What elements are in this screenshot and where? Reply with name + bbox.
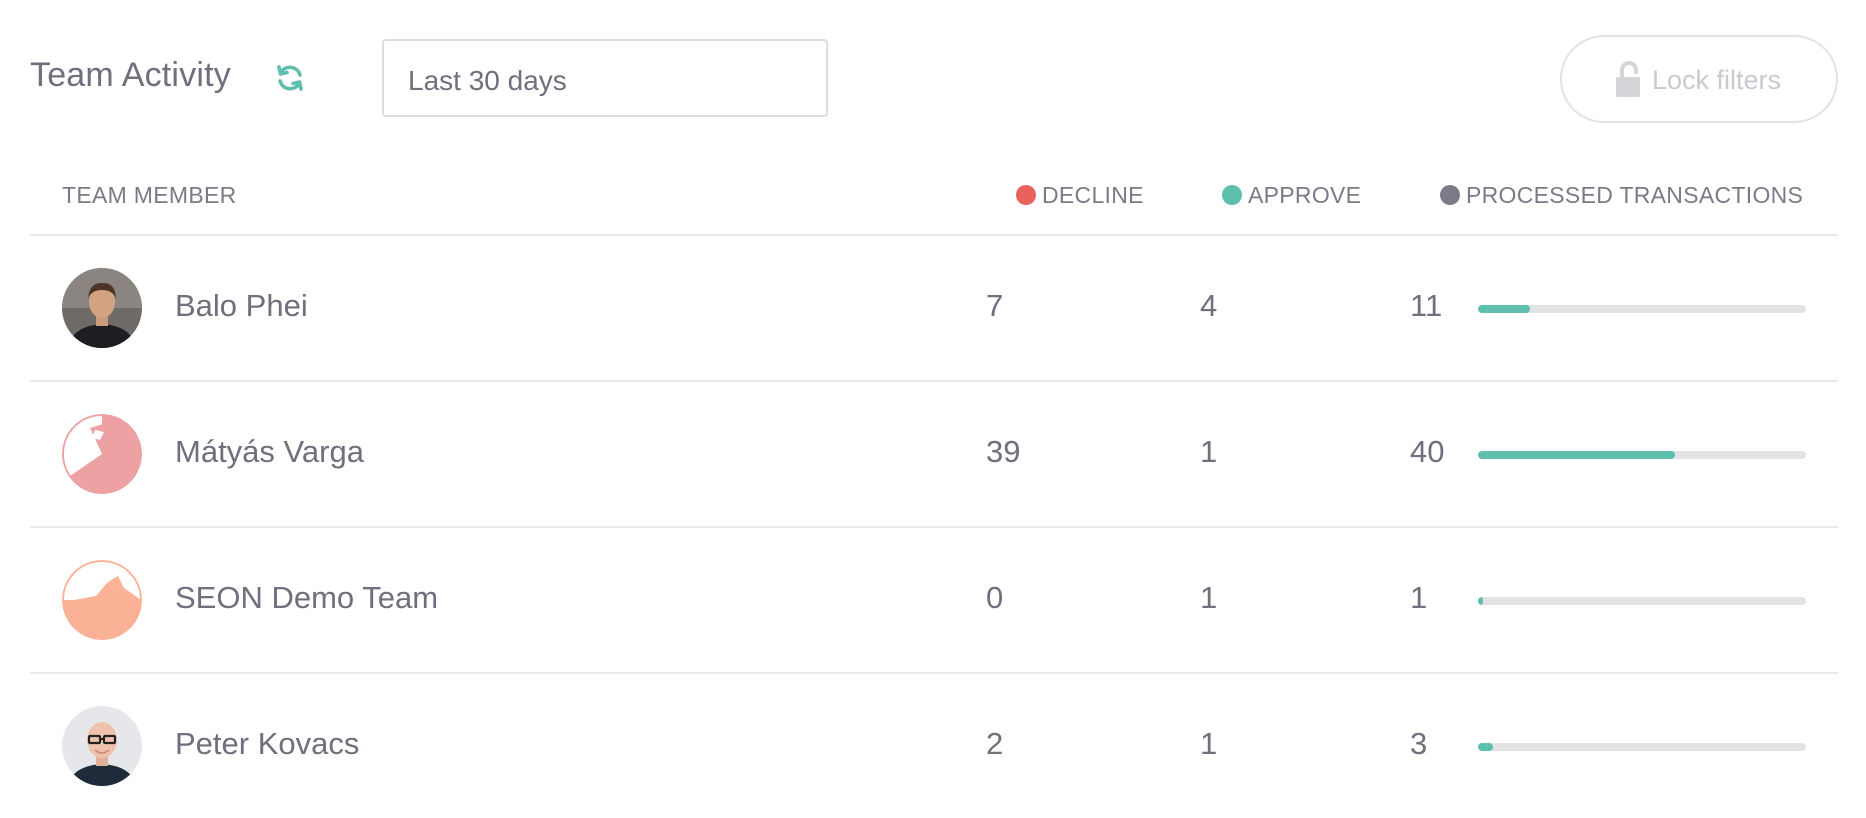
member-name[interactable]: Peter Kovacs xyxy=(175,726,359,762)
table-row[interactable]: SEON Demo Team 0 1 1 xyxy=(30,528,1838,674)
unlock-icon xyxy=(1614,59,1644,99)
processed-bar xyxy=(1478,305,1806,313)
processed-bar-fill xyxy=(1478,451,1675,459)
decline-count: 7 xyxy=(986,288,1004,323)
lock-filters-button[interactable]: Lock filters xyxy=(1560,35,1838,123)
member-name[interactable]: Mátyás Varga xyxy=(175,434,364,470)
column-decline-label: DECLINE xyxy=(1042,182,1144,208)
page-title: Team Activity xyxy=(30,56,231,94)
decline-count: 39 xyxy=(986,434,1021,469)
column-approve-label: APPROVE xyxy=(1248,182,1362,208)
column-processed: PROCESSED TRANSACTIONS xyxy=(1440,182,1803,209)
processed-bar xyxy=(1478,451,1806,459)
table-row[interactable]: Balo Phei 7 4 11 xyxy=(30,236,1838,382)
decline-count: 0 xyxy=(986,580,1004,615)
processed-count: 40 xyxy=(1410,434,1445,469)
date-range-select[interactable]: Last 30 days xyxy=(382,39,828,117)
decline-count: 2 xyxy=(986,726,1004,761)
column-decline: DECLINE xyxy=(1016,182,1144,209)
processed-bar xyxy=(1478,597,1806,605)
avatar xyxy=(62,560,142,640)
avatar xyxy=(62,268,142,348)
processed-bar-fill xyxy=(1478,597,1483,605)
approve-count: 1 xyxy=(1200,434,1218,469)
column-processed-label: PROCESSED TRANSACTIONS xyxy=(1466,182,1804,208)
processed-count: 11 xyxy=(1410,288,1443,323)
table-row[interactable]: Peter Kovacs 2 1 3 xyxy=(30,674,1838,818)
avatar xyxy=(62,414,142,494)
refresh-icon[interactable] xyxy=(274,62,306,94)
processed-count: 1 xyxy=(1410,580,1428,615)
processed-bar xyxy=(1478,743,1806,751)
approve-count: 1 xyxy=(1200,726,1218,761)
column-team-member: TEAM MEMBER xyxy=(62,182,237,208)
decline-dot-icon xyxy=(1016,185,1036,205)
processed-bar-fill xyxy=(1478,305,1531,313)
processed-dot-icon xyxy=(1440,185,1460,205)
approve-dot-icon xyxy=(1222,185,1242,205)
lock-filters-label: Lock filters xyxy=(1652,65,1782,95)
date-range-value: Last 30 days xyxy=(408,65,567,96)
approve-count: 4 xyxy=(1200,288,1218,323)
team-activity-widget: Team Activity Last 30 days Lock filters xyxy=(0,0,1866,808)
approve-count: 1 xyxy=(1200,580,1218,615)
member-name[interactable]: Balo Phei xyxy=(175,288,308,324)
widget-header: Team Activity Last 30 days Lock filters xyxy=(0,0,1866,150)
table-header: TEAM MEMBER DECLINE APPROVE PROCESSED TR… xyxy=(30,150,1838,236)
avatar xyxy=(62,706,142,786)
member-name[interactable]: SEON Demo Team xyxy=(175,580,438,616)
column-approve: APPROVE xyxy=(1222,182,1361,209)
table-row[interactable]: Mátyás Varga 39 1 40 xyxy=(30,382,1838,528)
processed-count: 3 xyxy=(1410,726,1428,761)
processed-bar-fill xyxy=(1478,743,1493,751)
